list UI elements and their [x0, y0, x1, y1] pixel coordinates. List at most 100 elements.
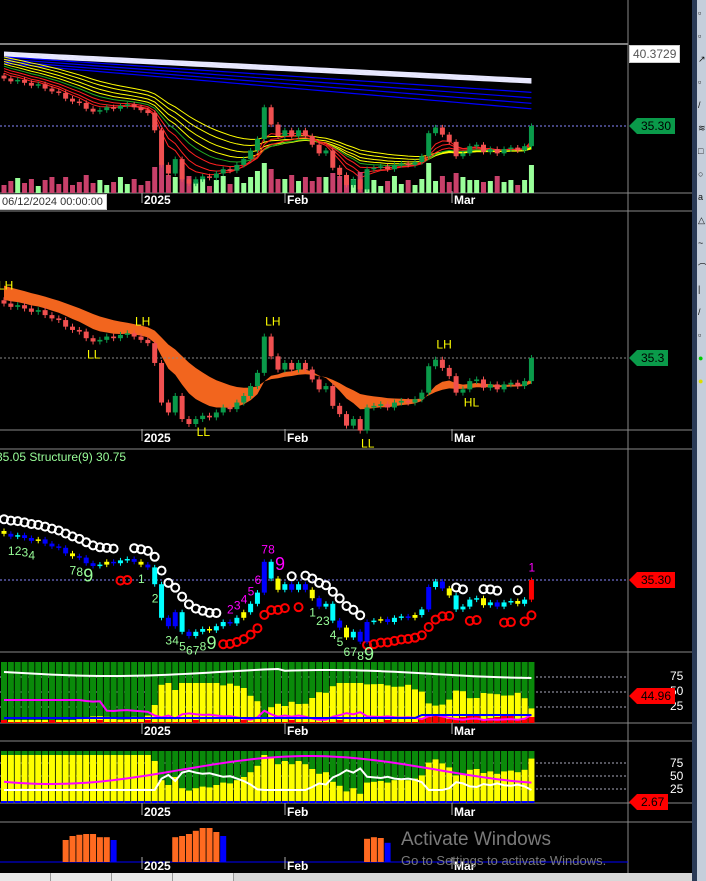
structure-candle: [22, 535, 28, 538]
price-candle: [90, 108, 96, 112]
stacked-bar-red: [227, 722, 234, 723]
chart-tab[interactable]: [51, 873, 112, 881]
stacked-bar-red: [398, 722, 405, 723]
stacked-bar-red: [55, 722, 62, 723]
price-candle: [8, 78, 14, 82]
structure-candle: [453, 595, 459, 610]
price-candle: [522, 146, 528, 151]
price-candle-panel2: [83, 331, 89, 339]
yellow-status-icon[interactable]: ●: [698, 376, 706, 386]
volume-bar: [207, 186, 212, 193]
stacked-bar-yellow: [83, 755, 90, 803]
volume-bar: [302, 177, 308, 193]
text-icon[interactable]: a: [698, 192, 706, 202]
dot-icon[interactable]: ▫: [698, 330, 706, 340]
rectangle-icon[interactable]: □: [698, 146, 706, 156]
stacked-bar-yellow: [329, 781, 336, 803]
price-candle-panel2: [474, 379, 480, 382]
stacked-bar-yellow: [459, 773, 466, 803]
line-icon[interactable]: /: [698, 307, 706, 317]
line-icon[interactable]: /: [698, 100, 706, 110]
stacked-bar-blue: [227, 801, 234, 803]
volume-bar: [289, 175, 295, 193]
chart-tab[interactable]: [112, 873, 173, 881]
dot-icon[interactable]: ▫: [698, 8, 706, 18]
stacked-bar-blue: [124, 801, 131, 803]
price-candle: [234, 164, 240, 171]
price-candle: [275, 124, 281, 137]
price-candle-panel2: [56, 318, 62, 321]
stacked-bar-blue: [117, 801, 124, 803]
price-candle: [378, 166, 384, 168]
stacked-bar-yellow: [275, 703, 281, 723]
vertical-line-icon[interactable]: |: [698, 284, 706, 294]
structure-candle: [56, 546, 62, 548]
fib-icon[interactable]: ≋: [698, 123, 706, 134]
stacked-bar-blue: [179, 801, 186, 803]
structure-candle: [213, 626, 219, 631]
structure-candle: [419, 609, 425, 615]
structure-candle: [63, 547, 69, 554]
price-candle-panel2: [234, 402, 240, 410]
stacked-bar-red: [1, 720, 7, 723]
structure-candle: [501, 602, 507, 607]
volume-bar: [138, 185, 144, 193]
pencil-icon[interactable]: ↗: [698, 54, 706, 65]
price-candle: [186, 179, 192, 184]
stacked-bar-red: [364, 722, 371, 723]
stacked-bar-red: [21, 722, 28, 723]
dot-icon[interactable]: ▫: [698, 77, 706, 87]
price-candle: [350, 179, 356, 186]
stacked-bar-red: [384, 720, 391, 723]
stacked-bar-blue: [439, 801, 446, 803]
volume-bar: [474, 180, 480, 193]
stacked-bar-blue: [466, 801, 473, 803]
price-candle: [302, 130, 308, 137]
chart-canvas[interactable]: LHLLLHLLLHLLLHHL1 2 3 47 8 9 123 4 5 6 7 8 92 3 4567 89…: [0, 0, 692, 873]
structure-candle: [152, 567, 158, 585]
structure-candle: [131, 559, 137, 562]
price-candle-panel2: [63, 320, 69, 327]
stacked-bar-blue: [275, 801, 281, 803]
triangle-icon[interactable]: △: [698, 215, 706, 226]
chart-tab[interactable]: [0, 873, 51, 881]
stacked-bar-red: [185, 722, 192, 723]
price-candle-panel2: [213, 412, 219, 418]
structure-candle: [117, 560, 123, 564]
circle-icon[interactable]: ○: [698, 169, 706, 179]
price-candle-panel2: [494, 384, 500, 390]
green-status-icon[interactable]: ●: [698, 353, 706, 363]
stacked-bar-blue: [501, 801, 508, 803]
structure-candle: [460, 606, 466, 610]
volume-bar: [70, 185, 75, 193]
stacked-bar-blue: [42, 801, 49, 803]
price-candle: [330, 150, 336, 168]
price-candle-panel2: [193, 419, 199, 424]
price-candle-panel2: [227, 407, 233, 410]
wave-icon[interactable]: ~: [698, 238, 706, 248]
price-candle: [439, 127, 445, 135]
price-candle: [56, 91, 62, 93]
stacked-bar-yellow: [138, 755, 144, 803]
price-candle: [111, 107, 117, 109]
structure-stop-circle: [526, 610, 537, 621]
dot-icon[interactable]: ▫: [698, 31, 706, 41]
stacked-bar-yellow: [35, 755, 42, 803]
price-candle: [152, 113, 158, 131]
price-candle-panel2: [323, 386, 329, 390]
price-candle: [296, 130, 302, 137]
arc-icon[interactable]: ⌒: [698, 261, 706, 274]
volume-bar: [337, 176, 343, 193]
stacked-bar-blue: [172, 801, 179, 803]
time-axis-label-2025: 2025: [144, 724, 171, 738]
chart-tab[interactable]: [173, 873, 234, 881]
stacked-bar-yellow: [90, 755, 97, 803]
stacked-bar-blue: [487, 801, 494, 803]
stacked-bar-blue: [329, 801, 336, 803]
volume-bar: [111, 182, 117, 193]
volume-bar: [234, 177, 240, 193]
price-candle-panel2: [207, 415, 212, 418]
time-axis-label-2025: 2025: [144, 431, 171, 445]
structure-candle: [282, 584, 288, 590]
price-candle-panel2: [316, 379, 322, 390]
